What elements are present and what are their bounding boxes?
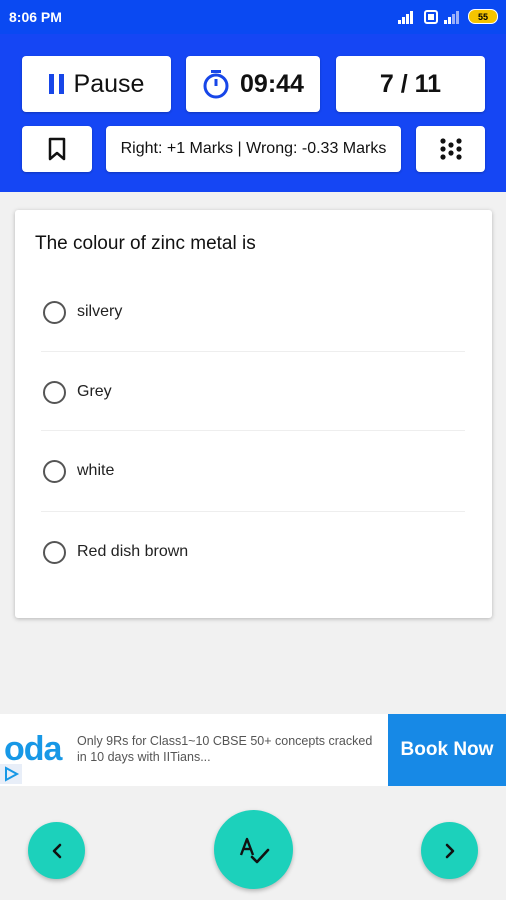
chevron-right-icon [445, 843, 454, 858]
marking-scheme-label: Right: +1 Marks | Wrong: -0.33 Marks [120, 140, 387, 157]
bottom-navigation [0, 786, 506, 900]
option-label: silvery [77, 303, 123, 320]
question-counter: 7 / 11 [336, 56, 485, 112]
question-counter-label: 7 / 11 [379, 69, 442, 98]
question-text: The colour of zinc metal is [35, 233, 256, 254]
pause-icon [48, 74, 64, 94]
radio-button[interactable] [43, 540, 66, 564]
book-now-button[interactable]: Book Now [388, 714, 506, 786]
timer-value: 09:44 [240, 69, 304, 98]
book-now-label: Book Now [400, 739, 494, 760]
signal-2-icon [444, 10, 459, 24]
signal-icon [398, 10, 413, 24]
option-label: Red dish brown [77, 543, 189, 560]
pause-button[interactable]: Pause [22, 56, 171, 112]
marking-scheme: Right: +1 Marks | Wrong: -0.33 Marks [106, 126, 401, 172]
radio-button[interactable] [43, 380, 66, 404]
option-white[interactable]: white [41, 431, 465, 511]
battery-level: 55 [477, 11, 488, 22]
previous-button[interactable] [28, 822, 85, 879]
ad-banner[interactable]: oda Only 9Rs for Class1~10 CBSE 50+ conc… [0, 714, 506, 786]
option-silvery[interactable]: silvery [41, 272, 465, 352]
check-answer-button[interactable] [214, 810, 293, 889]
pause-label: Pause [73, 69, 145, 98]
next-button[interactable] [421, 822, 478, 879]
radio-button[interactable] [43, 300, 66, 324]
option-label: Grey [77, 383, 112, 400]
quiz-header: Pause 09:44 7 / 11 Right: +1 Marks | Wro… [0, 34, 506, 192]
status-time: 8:06 PM [9, 9, 62, 25]
radio-button[interactable] [43, 459, 66, 483]
sim-icon [424, 9, 438, 24]
option-red-dish-brown[interactable]: Red dish brown [41, 512, 465, 592]
bookmark-button[interactable] [22, 126, 92, 172]
option-label: white [77, 462, 115, 479]
option-grey[interactable]: Grey [41, 352, 465, 432]
timer-display: 09:44 [186, 56, 320, 112]
adchoices-icon[interactable] [0, 764, 22, 784]
stopwatch-icon [203, 70, 229, 99]
question-grid-button[interactable] [416, 126, 485, 172]
ad-text: Only 9Rs for Class1~10 CBSE 50+ concepts… [77, 734, 373, 764]
status-bar: 8:06 PM 55 [0, 0, 506, 34]
battery-icon: 55 [468, 9, 498, 24]
status-icons: 55 [398, 9, 498, 24]
spell-check-icon [239, 837, 269, 863]
dots-grid-icon [439, 138, 462, 160]
bookmark-icon [48, 137, 66, 161]
question-card: The colour of zinc metal is silvery Grey… [15, 210, 492, 618]
chevron-left-icon [52, 843, 61, 858]
